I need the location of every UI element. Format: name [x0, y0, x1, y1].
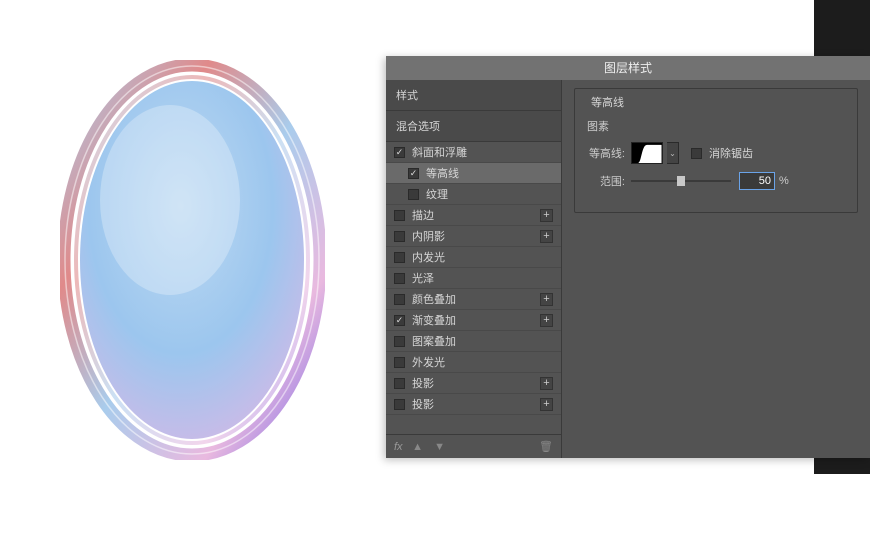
style-row-label: 外发光: [412, 354, 553, 370]
range-input[interactable]: [739, 172, 775, 190]
style-row-label: 渐变叠加: [412, 312, 540, 328]
elements-heading: 图素: [587, 118, 847, 134]
style-checkbox[interactable]: [394, 147, 405, 158]
range-label: 范围:: [585, 173, 631, 189]
style-row-label: 内发光: [412, 249, 553, 265]
contour-group: 等高线 图素 等高线: ⌄ 消除锯齿 范围:: [574, 88, 858, 213]
antialias-label: 消除锯齿: [709, 145, 753, 161]
style-row[interactable]: 颜色叠加+: [386, 289, 561, 310]
style-row-label: 图案叠加: [412, 333, 553, 349]
style-row-label: 光泽: [412, 270, 553, 286]
add-effect-icon[interactable]: +: [540, 377, 553, 390]
styles-sidebar: 样式 混合选项 斜面和浮雕等高线纹理描边+内阴影+内发光光泽颜色叠加+渐变叠加+…: [386, 80, 562, 458]
contour-preset-swatch[interactable]: [631, 142, 663, 164]
dialog-titlebar[interactable]: 图层样式: [386, 56, 870, 80]
style-row[interactable]: 外发光: [386, 352, 561, 373]
style-row[interactable]: 斜面和浮雕: [386, 142, 561, 163]
style-checkbox[interactable]: [394, 273, 405, 284]
content-panel: 等高线 图素 等高线: ⌄ 消除锯齿 范围:: [562, 80, 870, 458]
trash-icon[interactable]: 🗑: [539, 440, 553, 454]
range-slider[interactable]: [631, 180, 731, 182]
arrow-up-icon[interactable]: ▲: [411, 440, 425, 454]
style-row-label: 等高线: [426, 165, 553, 181]
style-row-label: 描边: [412, 207, 540, 223]
add-effect-icon[interactable]: +: [540, 398, 553, 411]
style-checkbox[interactable]: [394, 357, 405, 368]
style-row[interactable]: 内发光: [386, 247, 561, 268]
style-row[interactable]: 描边+: [386, 205, 561, 226]
style-checkbox[interactable]: [394, 336, 405, 347]
style-row[interactable]: 投影+: [386, 394, 561, 415]
canvas-artwork: [60, 60, 325, 460]
style-row[interactable]: 光泽: [386, 268, 561, 289]
add-effect-icon[interactable]: +: [540, 314, 553, 327]
antialias-option[interactable]: 消除锯齿: [691, 145, 753, 161]
contour-label: 等高线:: [585, 145, 631, 161]
add-effect-icon[interactable]: +: [540, 209, 553, 222]
range-slider-thumb[interactable]: [677, 176, 685, 186]
style-checkbox[interactable]: [408, 168, 419, 179]
style-row[interactable]: 内阴影+: [386, 226, 561, 247]
style-checkbox[interactable]: [394, 378, 405, 389]
add-effect-icon[interactable]: +: [540, 293, 553, 306]
style-row-label: 投影: [412, 396, 540, 412]
style-checkbox[interactable]: [394, 294, 405, 305]
range-row: 范围: %: [585, 170, 847, 192]
style-row[interactable]: 渐变叠加+: [386, 310, 561, 331]
antialias-checkbox[interactable]: [691, 148, 702, 159]
sidebar-heading-styles[interactable]: 样式: [386, 80, 561, 111]
content-panel-title: 等高线: [587, 94, 628, 110]
style-checkbox[interactable]: [408, 189, 419, 200]
contour-row: 等高线: ⌄ 消除锯齿: [585, 142, 847, 164]
sidebar-heading-blend[interactable]: 混合选项: [386, 111, 561, 142]
style-checkbox[interactable]: [394, 315, 405, 326]
style-row-label: 投影: [412, 375, 540, 391]
style-row-label: 纹理: [426, 186, 553, 202]
style-row-label: 内阴影: [412, 228, 540, 244]
dialog-title: 图层样式: [604, 61, 652, 75]
style-checkbox[interactable]: [394, 231, 405, 242]
contour-dropdown-caret[interactable]: ⌄: [667, 142, 679, 164]
style-list: 斜面和浮雕等高线纹理描边+内阴影+内发光光泽颜色叠加+渐变叠加+图案叠加外发光投…: [386, 142, 561, 434]
style-checkbox[interactable]: [394, 399, 405, 410]
style-row[interactable]: 图案叠加: [386, 331, 561, 352]
style-row-label: 斜面和浮雕: [412, 144, 553, 160]
style-row[interactable]: 纹理: [386, 184, 561, 205]
style-row-label: 颜色叠加: [412, 291, 540, 307]
layer-style-dialog: 图层样式 样式 混合选项 斜面和浮雕等高线纹理描边+内阴影+内发光光泽颜色叠加+…: [386, 56, 870, 458]
fx-label[interactable]: fx: [394, 441, 403, 453]
style-checkbox[interactable]: [394, 210, 405, 221]
range-unit: %: [779, 175, 789, 187]
style-row[interactable]: 等高线: [386, 163, 561, 184]
sidebar-footer: fx ▲ ▼ 🗑: [386, 434, 561, 458]
arrow-down-icon[interactable]: ▼: [433, 440, 447, 454]
style-checkbox[interactable]: [394, 252, 405, 263]
add-effect-icon[interactable]: +: [540, 230, 553, 243]
style-row[interactable]: 投影+: [386, 373, 561, 394]
